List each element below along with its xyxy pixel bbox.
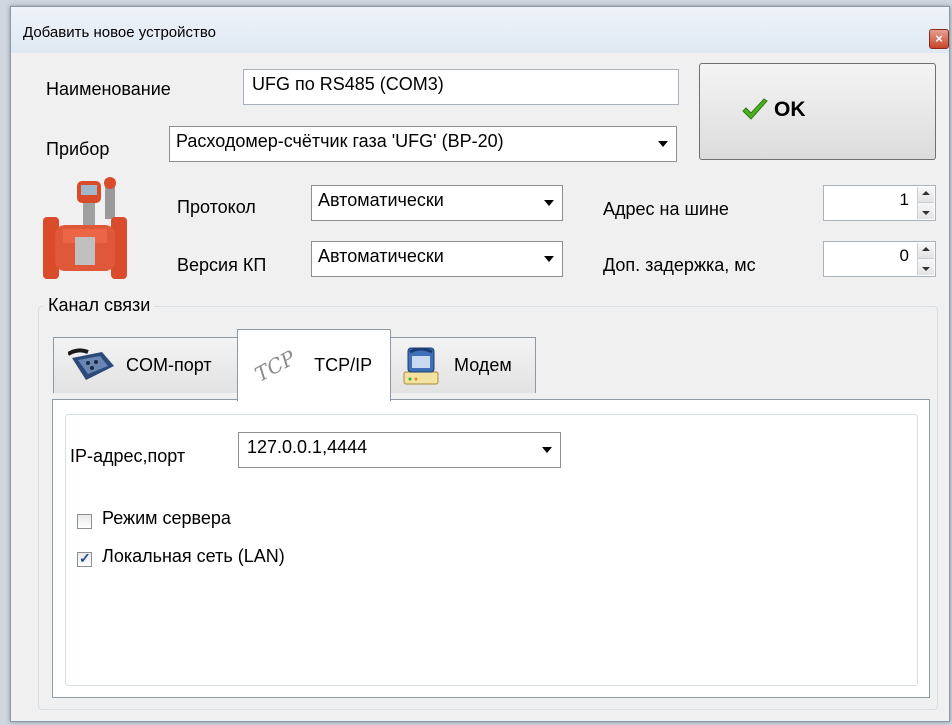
address-stepper[interactable]: 1	[823, 185, 936, 221]
address-increment-button[interactable]	[918, 187, 934, 203]
server-mode-label: Режим сервера	[102, 508, 231, 528]
tab-modem[interactable]: Модем	[389, 337, 536, 393]
modem-phone-icon	[403, 347, 439, 384]
chevron-down-icon	[542, 447, 552, 453]
tab-com-port[interactable]: COM-порт	[53, 337, 239, 393]
protocol-label: Протокол	[177, 197, 256, 217]
version-label: Версия КП	[177, 255, 267, 275]
version-select[interactable]: Автоматически	[311, 241, 563, 277]
lan-checkbox[interactable]: ✓	[77, 550, 92, 567]
ok-button[interactable]: OK	[699, 63, 936, 160]
gas-meter-device-icon	[43, 177, 127, 279]
address-value: 1	[899, 190, 909, 209]
delay-value: 0	[899, 246, 909, 265]
device-select[interactable]: Расходомер-счётчик газа 'UFG' (ВР-20)	[169, 126, 677, 162]
serial-port-icon	[68, 347, 114, 380]
device-label: Прибор	[46, 139, 110, 159]
delay-stepper[interactable]: 0	[823, 241, 936, 277]
tab-modem-label: Модем	[454, 355, 512, 375]
delay-increment-button[interactable]	[918, 243, 934, 259]
device-select-value: Расходомер-счётчик газа 'UFG' (ВР-20)	[176, 131, 504, 151]
close-button[interactable]: ×	[929, 29, 949, 49]
lan-label: Локальная сеть (LAN)	[102, 546, 285, 566]
ip-address-value: 127.0.0.1,4444	[247, 437, 368, 457]
protocol-select[interactable]: Автоматически	[311, 185, 563, 221]
tab-tcp-ip[interactable]: TCP TCP/IP	[237, 329, 391, 401]
ip-address-label: IP-адрес,порт	[70, 446, 186, 466]
tab-tcp-ip-label: TCP/IP	[314, 355, 373, 375]
tcp-icon: TCP	[250, 345, 300, 386]
address-decrement-button[interactable]	[918, 203, 934, 219]
ip-address-combobox[interactable]: 127.0.0.1,4444	[238, 432, 561, 468]
title-bar: Добавить новое устройство ×	[11, 7, 949, 53]
name-input[interactable]: UFG по RS485 (COM3)	[243, 69, 679, 105]
chevron-down-icon	[658, 141, 668, 147]
server-mode-checkbox[interactable]	[77, 514, 92, 529]
version-select-value: Автоматически	[318, 246, 444, 266]
add-device-dialog: Добавить новое устройство × Наименование…	[10, 6, 950, 722]
window-title: Добавить новое устройство	[23, 24, 217, 41]
name-label: Наименование	[46, 79, 171, 99]
channel-title: Канал связи	[44, 295, 155, 316]
address-label: Адрес на шине	[603, 199, 729, 219]
ok-button-label: OK	[774, 98, 806, 121]
chevron-down-icon	[544, 256, 554, 262]
tab-com-port-label: COM-порт	[126, 355, 212, 375]
delay-label: Доп. задержка, мс	[603, 255, 756, 275]
protocol-select-value: Автоматически	[318, 190, 444, 210]
chevron-down-icon	[544, 200, 554, 206]
checkmark-icon	[742, 98, 768, 120]
tcp-ip-panel: IP-адрес,порт 127.0.0.1,4444 Режим серве…	[52, 399, 930, 698]
delay-decrement-button[interactable]	[918, 259, 934, 275]
checkmark-icon: ✓	[79, 550, 91, 566]
